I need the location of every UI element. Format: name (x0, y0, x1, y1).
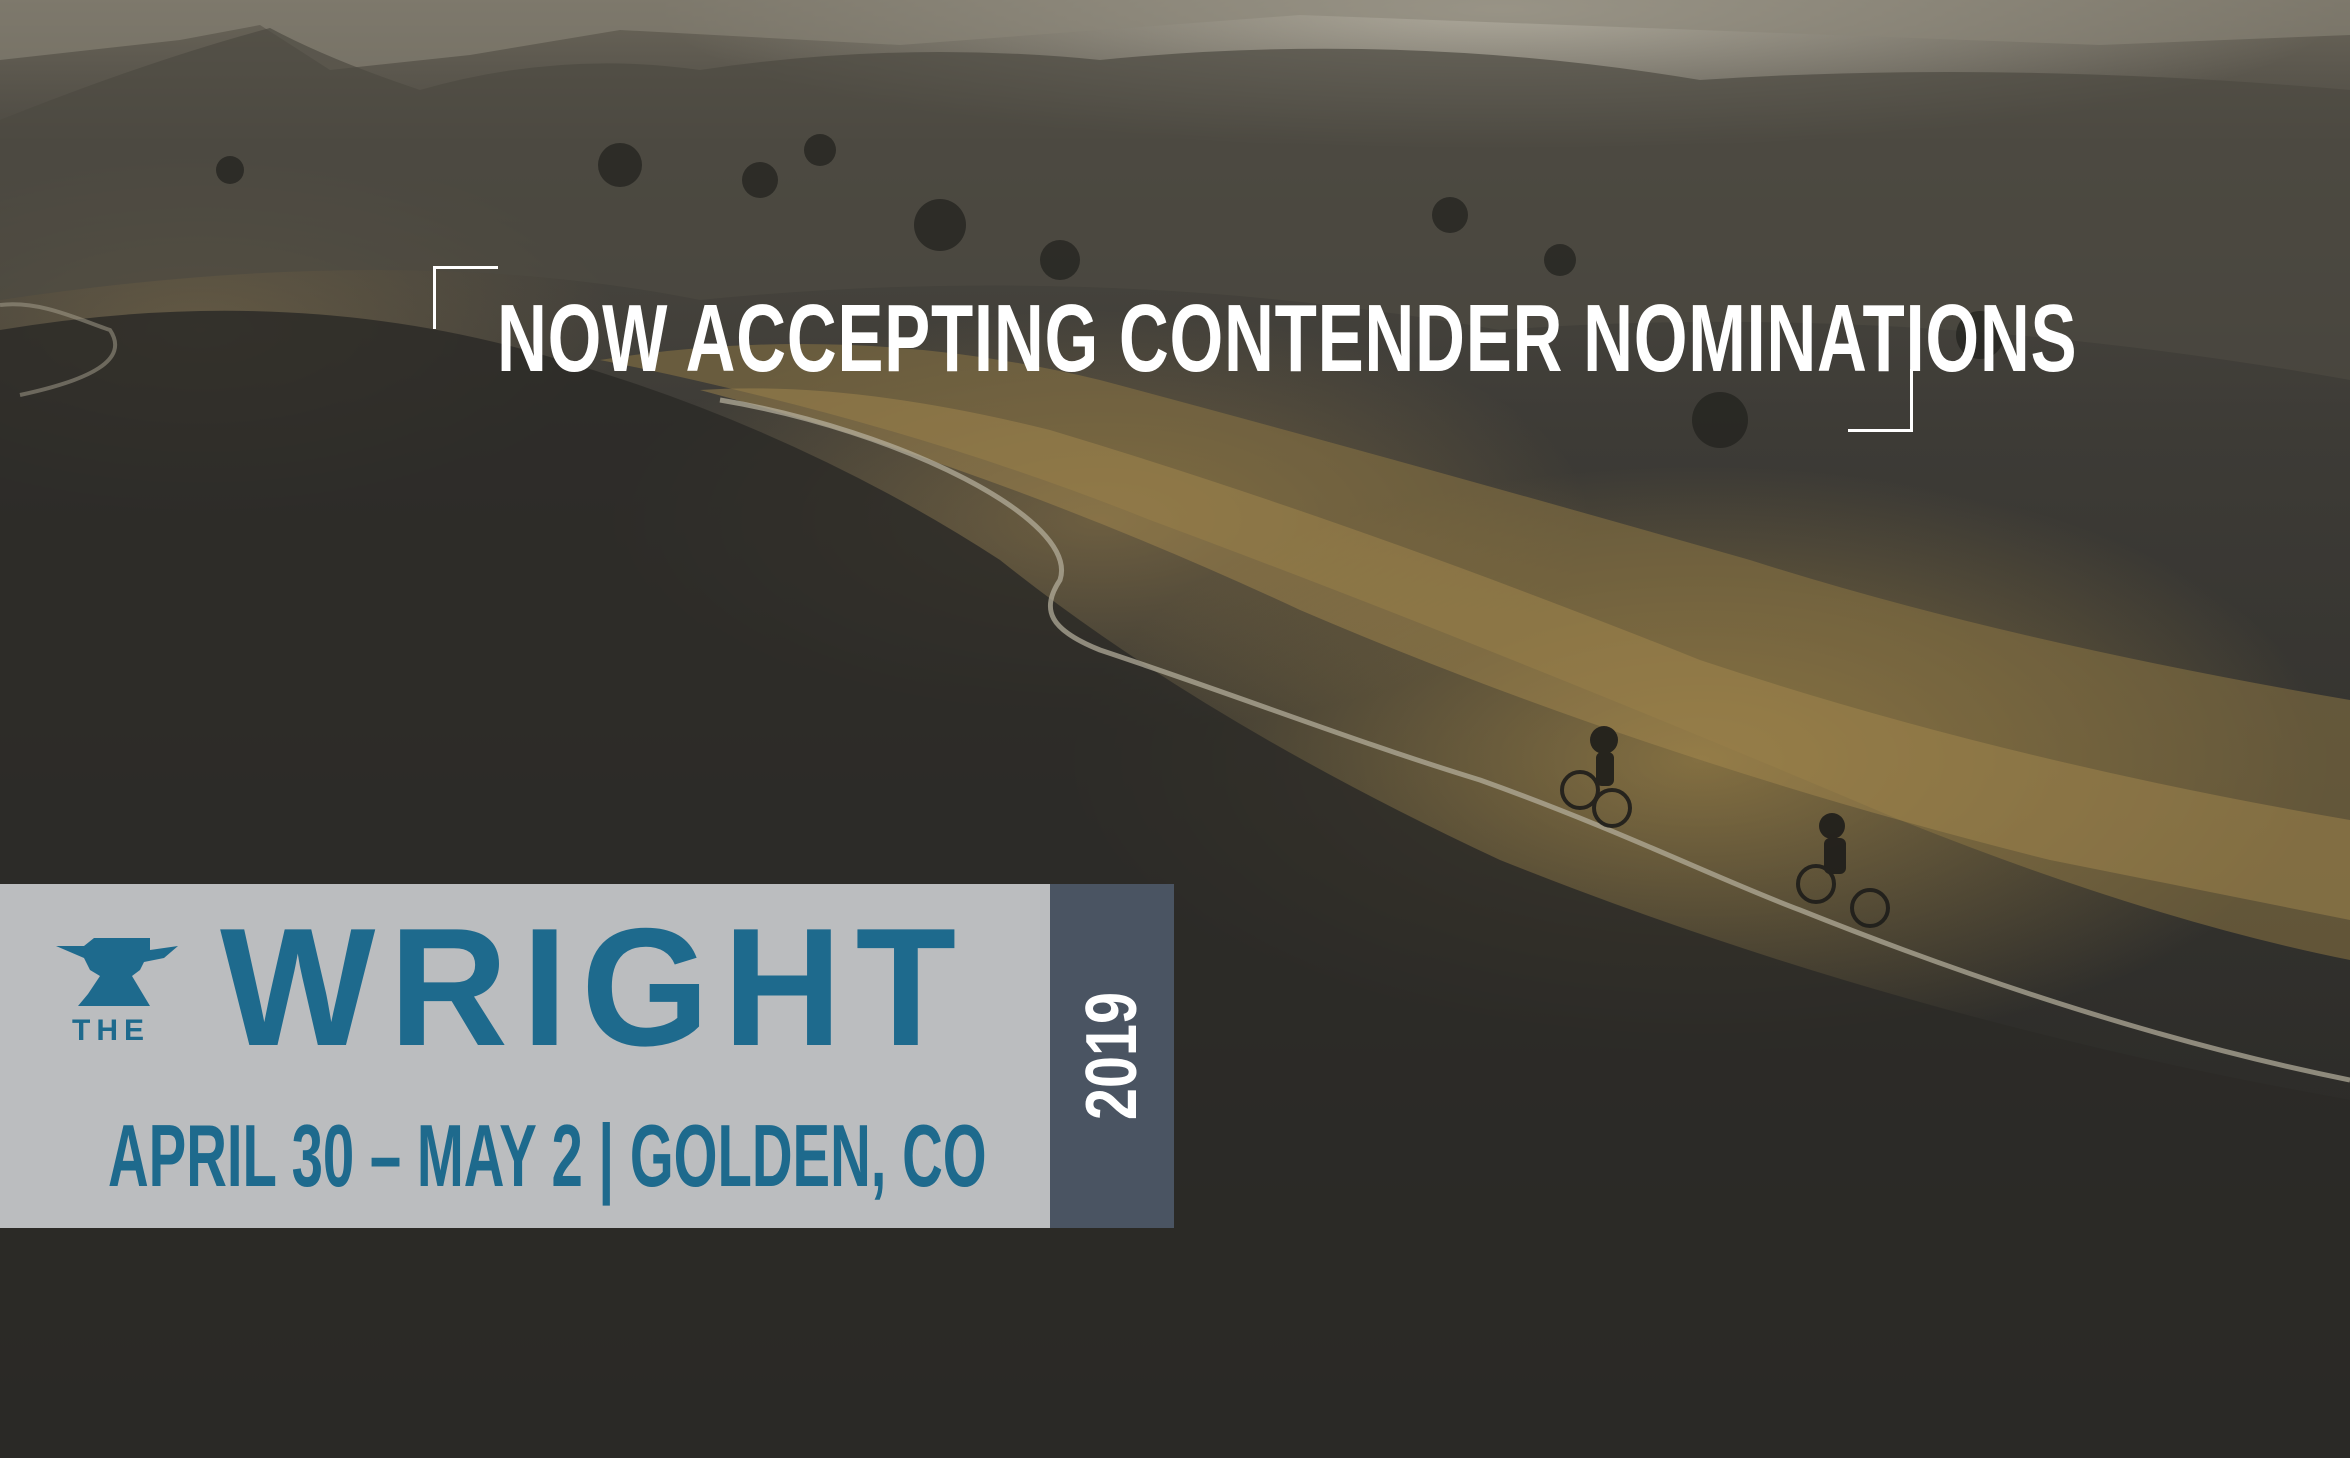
event-year: 2019 (1072, 991, 1152, 1121)
corner-bracket-top-left (433, 266, 498, 329)
logo-wright: WRIGHT (220, 893, 970, 1081)
mountain-trail-photo (0, 0, 2350, 1458)
headline-text: NOW ACCEPTING CONTENDER NOMINATIONS (497, 285, 2078, 392)
hero-banner: NOW ACCEPTING CONTENDER NOMINATIONS THE … (0, 0, 2350, 1458)
nominations-headline: NOW ACCEPTING CONTENDER NOMINATIONS (433, 262, 2077, 432)
corner-bracket-bottom-right (1848, 369, 1913, 432)
event-logo-panel: THE WRIGHT APRIL 30 – MAY 2 | GOLDEN, CO (0, 884, 1050, 1228)
anvil-icon (56, 938, 178, 1006)
event-dates-location: APRIL 30 – MAY 2 | GOLDEN, CO (108, 1106, 987, 1205)
year-badge: 2019 (1050, 884, 1174, 1228)
logo-the: THE (72, 1014, 150, 1047)
